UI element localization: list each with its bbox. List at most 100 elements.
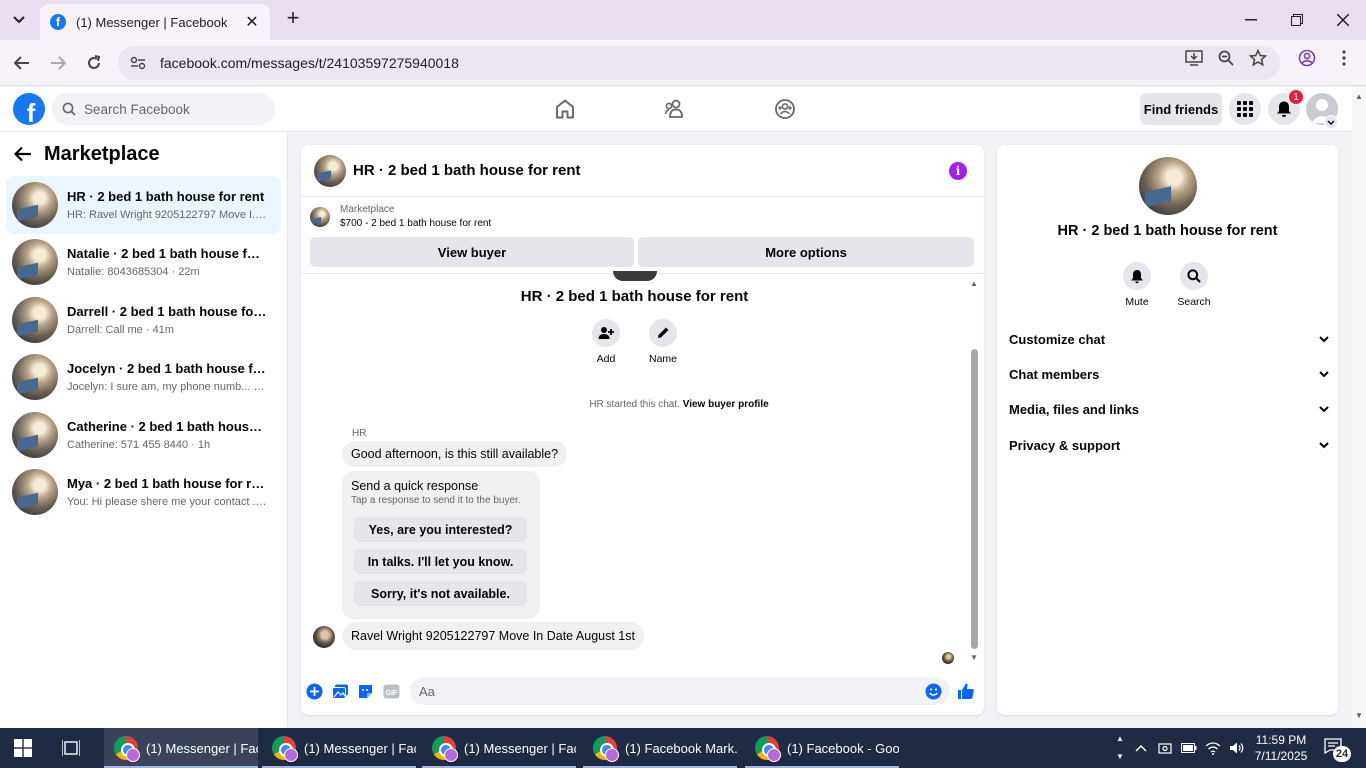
system-clock[interactable]: 11:59 PM 7/11/2025 (1250, 732, 1312, 764)
media-files-links-section[interactable]: Media, files and links (1009, 399, 1329, 419)
message-bubble[interactable]: Ravel Wright 9205122797 Move In Date Aug… (342, 622, 644, 650)
conversation-item[interactable]: Mya · 2 bed 1 bath house for rent You: Hi… (6, 464, 281, 522)
install-app-icon[interactable] (1184, 48, 1204, 68)
task-view-icon[interactable] (62, 739, 80, 757)
quick-reply-button[interactable]: In talks. I'll let you know. (354, 549, 527, 574)
tab-search-icon[interactable] (8, 9, 30, 31)
chat-members-section[interactable]: Chat members (1009, 364, 1329, 384)
scroll-down-icon[interactable]: ▼ (969, 653, 979, 663)
home-icon[interactable] (553, 97, 577, 121)
back-arrow-icon[interactable] (14, 146, 32, 162)
message-input-box[interactable] (410, 677, 950, 705)
listing-price-title[interactable]: $700 - 2 bed 1 bath house for rent (340, 218, 491, 229)
browser-menu-icon[interactable] (1334, 48, 1354, 68)
windows-start-icon[interactable] (14, 739, 32, 757)
message-input[interactable] (419, 683, 909, 699)
wifi-icon[interactable] (1203, 738, 1223, 758)
taskbar-item[interactable]: (1) Facebook Mark... (583, 728, 737, 768)
taskbar-item[interactable]: (1) Facebook - Goo... (745, 728, 899, 768)
new-tab-button[interactable]: + (282, 7, 304, 30)
browser-tabbar: f (1) Messenger | Facebook ✕ + (0, 0, 1366, 40)
search-input[interactable] (84, 101, 264, 117)
conversation-preview: You: Hi please shere me your contact ...… (67, 496, 267, 509)
taskbar-item[interactable]: (1) Messenger | Fac... (422, 728, 576, 768)
minimize-icon[interactable] (1239, 8, 1263, 32)
taskbar-item-label: (1) Messenger | Fac... (146, 740, 258, 756)
info-icon[interactable]: i (949, 162, 967, 180)
forward-icon[interactable] (47, 52, 69, 74)
find-friends-button[interactable]: Find friends (1140, 93, 1222, 125)
page-scrollbar[interactable]: ▲ ▼ (1352, 87, 1366, 728)
reload-icon[interactable] (83, 52, 105, 74)
chat-info-panel: HR · 2 bed 1 bath house for rent Mute Se… (997, 145, 1338, 715)
facebook-header: f Find friends (0, 87, 1352, 132)
taskbar-item[interactable]: (1) Messenger | Fac... (104, 728, 258, 768)
search-action[interactable]: Search (1169, 262, 1219, 308)
taskbar-item-label: (1) Facebook Mark... (625, 740, 737, 756)
scroll-up-icon[interactable]: ▲ (969, 279, 979, 289)
scroll-down-icon[interactable]: ▼ (1355, 711, 1363, 720)
listing-thumbnail (12, 354, 58, 401)
taskbar-item[interactable]: (1) Messenger | Fac... (262, 728, 416, 768)
facebook-search[interactable] (52, 93, 275, 125)
message-bubble[interactable]: Good afternoon, is this still available? (342, 441, 568, 467)
listing-thumbnail (12, 411, 58, 458)
show-hidden-icons-chevron-icon[interactable] (1131, 738, 1151, 758)
account-chevron-icon[interactable] (1324, 115, 1338, 129)
close-tab-icon[interactable]: ✕ (244, 14, 260, 31)
view-buyer-button[interactable]: View buyer (310, 237, 634, 267)
chat-scrollbar[interactable]: ▲ ▼ (967, 279, 981, 665)
marketplace-label: Marketplace (340, 204, 395, 215)
menu-grid-icon[interactable] (1229, 93, 1261, 125)
taskbar-item-label: (1) Messenger | Fac... (464, 740, 576, 756)
customize-chat-section[interactable]: Customize chat (1009, 329, 1329, 349)
listing-thumbnail (12, 296, 58, 343)
name-action[interactable]: Name (638, 319, 688, 365)
site-info-icon[interactable] (130, 56, 146, 70)
privacy-support-section[interactable]: Privacy & support (1009, 435, 1329, 455)
meet-now-icon[interactable] (1155, 738, 1175, 758)
conversation-item[interactable]: Natalie · 2 bed 1 bath house for rent Nat… (6, 234, 281, 292)
thumbs-up-icon[interactable] (956, 681, 976, 701)
friends-icon[interactable] (663, 97, 687, 121)
close-window-icon[interactable] (1331, 8, 1355, 32)
conversation-item[interactable]: HR · 2 bed 1 bath house for rent HR: Rave… (6, 176, 281, 234)
chat-title[interactable]: HR · 2 bed 1 bath house for rent (353, 162, 581, 179)
clock-date: 7/11/2025 (1254, 749, 1308, 763)
plus-circle-icon[interactable] (306, 683, 323, 700)
sticker-icon[interactable] (357, 683, 374, 700)
action-center-icon[interactable]: 24 (1324, 738, 1351, 762)
view-buyer-profile-link[interactable]: View buyer profile (683, 399, 769, 410)
groups-icon[interactable] (773, 97, 797, 121)
message-sender: HR (352, 428, 367, 439)
marketplace-sidebar: Marketplace HR · 2 bed 1 bath house for … (0, 132, 288, 728)
quick-reply-button[interactable]: Sorry, it's not available. (354, 581, 527, 606)
quick-reply-button[interactable]: Yes, are you interested? (354, 517, 527, 542)
conversation-item[interactable]: Catherine · 2 bed 1 bath house for ... Ca… (6, 406, 281, 464)
taskbar-scroll[interactable]: ▲ ▼ (1114, 730, 1126, 766)
bookmark-star-icon[interactable] (1248, 48, 1268, 68)
volume-icon[interactable] (1227, 738, 1247, 758)
conversation-preview: HR: Ravel Wright 9205122797 Move I... · … (67, 208, 267, 221)
browser-tab-active[interactable]: f (1) Messenger | Facebook ✕ (40, 4, 270, 40)
scroll-up-icon[interactable]: ▲ (1355, 92, 1363, 101)
add-member-action[interactable]: Add (581, 319, 631, 365)
address-bar[interactable]: facebook.com/messages/t/2410359727594001… (118, 46, 1280, 80)
scrollbar-thumb[interactable] (971, 349, 978, 649)
zoom-icon[interactable] (1216, 48, 1236, 68)
conversation-preview: Darrell: Call me · 41m (67, 323, 174, 336)
search-label: Search (1177, 296, 1211, 308)
battery-icon[interactable] (1179, 738, 1199, 758)
more-options-button[interactable]: More options (638, 237, 974, 267)
photo-icon[interactable] (332, 683, 349, 700)
restore-icon[interactable] (1285, 8, 1309, 32)
seen-avatar (942, 652, 954, 664)
emoji-icon[interactable] (925, 683, 942, 700)
gif-icon[interactable]: GIF (383, 683, 400, 700)
conversation-item[interactable]: Darrell · 2 bed 1 bath house for rent Dar… (6, 291, 281, 349)
mute-action[interactable]: Mute (1112, 262, 1162, 308)
facebook-logo-icon[interactable]: f (13, 93, 45, 125)
back-icon[interactable] (11, 52, 33, 74)
conversation-item[interactable]: Jocelyn · 2 bed 1 bath house for rent Joc… (6, 349, 281, 407)
profile-icon[interactable] (1297, 48, 1317, 68)
